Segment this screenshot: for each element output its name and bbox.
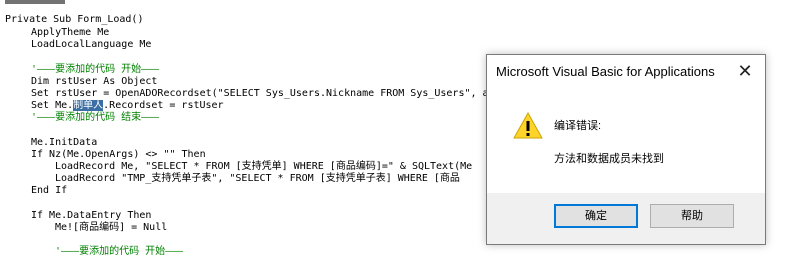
code-text: .Recordset = rstUser	[103, 100, 224, 111]
close-icon[interactable]: ✕	[733, 60, 757, 82]
error-title: 编译错误:	[554, 120, 602, 132]
code-line: If Nz(Me.OpenArgs) <> "" Then	[31, 149, 206, 160]
code-line: LoadRecord Me, "SELECT * FROM [支持凭单] WHE…	[55, 161, 473, 172]
code-text: Set Me.	[31, 100, 74, 111]
code-comment: '———要添加的代码 开始———	[31, 64, 160, 75]
selected-text[interactable]: 制单人	[73, 100, 104, 111]
error-dialog: Microsoft Visual Basic for Applications …	[486, 54, 766, 245]
code-line: Set rstUser = OpenADORecordset("SELECT S…	[31, 88, 489, 99]
code-line: LoadLocalLanguage Me	[31, 39, 152, 50]
code-line: Set Me.制单人.Recordset = rstUser	[31, 100, 224, 112]
code-line: End If	[31, 185, 68, 196]
help-button[interactable]: 帮助	[650, 204, 734, 228]
code-line: Dim rstUser As Object	[31, 76, 158, 87]
code-line: Private Sub Form_Load()	[5, 14, 144, 25]
clipped-text	[5, 0, 65, 4]
code-comment: '———要添加的代码 开始———	[55, 246, 184, 257]
dialog-title: Microsoft Visual Basic for Applications	[496, 64, 715, 79]
code-line: Me![商品编码] = Null	[55, 222, 168, 233]
code-comment: '———要添加的代码 结束———	[31, 112, 160, 123]
warning-icon	[513, 111, 543, 139]
code-line: Me.InitData	[31, 137, 98, 148]
code-line: LoadRecord "TMP_支持凭单子表", "SELECT * FROM …	[55, 173, 460, 184]
error-message: 方法和数据成员未找到	[554, 153, 664, 165]
ok-button[interactable]: 确定	[554, 204, 638, 228]
code-line: ApplyTheme Me	[31, 27, 110, 38]
code-line: If Me.DataEntry Then	[31, 210, 152, 221]
